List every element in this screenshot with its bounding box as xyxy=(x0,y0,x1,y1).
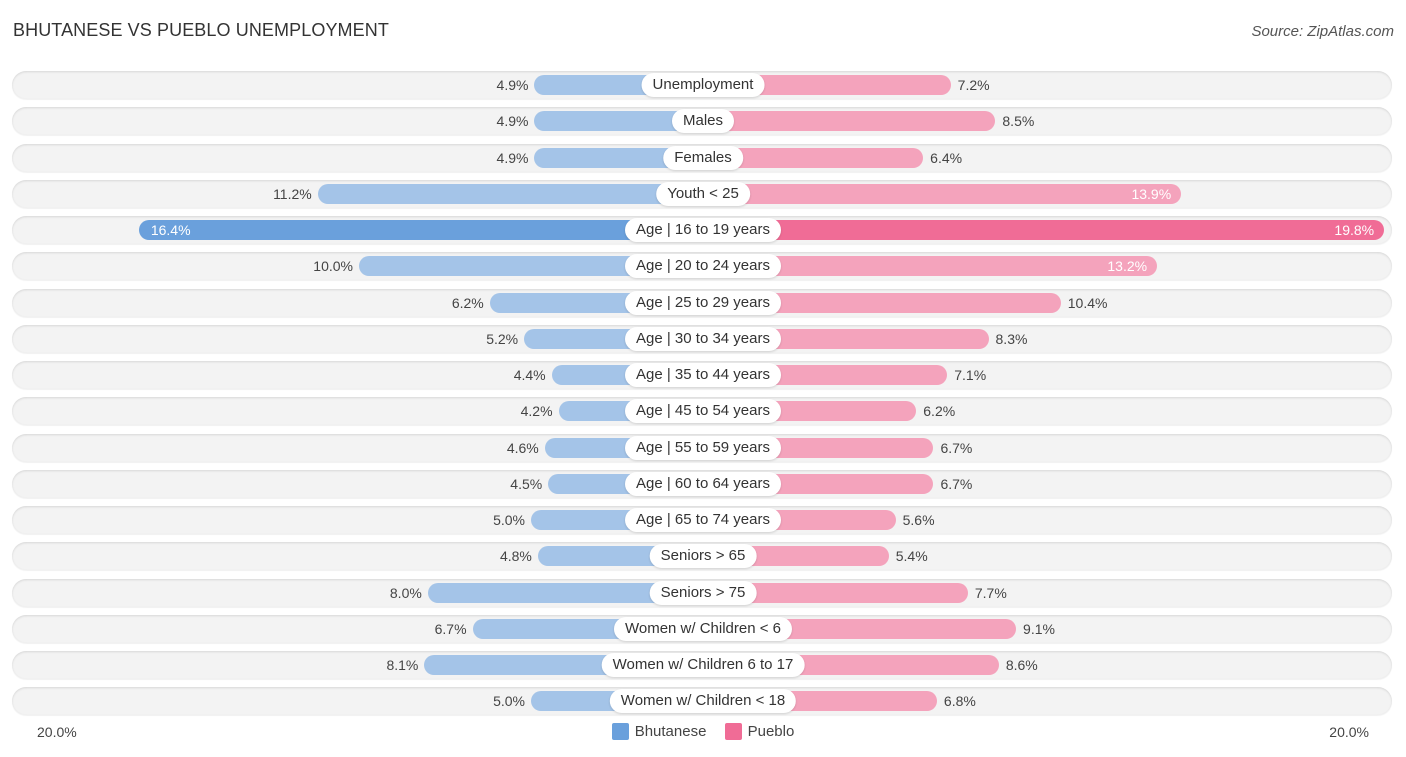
category-label: Age | 35 to 44 years xyxy=(625,363,781,387)
value-label-bhutanese: 4.6% xyxy=(506,440,539,456)
value-label-pueblo: 6.7% xyxy=(940,440,973,456)
value-label-bhutanese: 4.9% xyxy=(496,150,529,166)
category-label: Males xyxy=(671,109,735,133)
category-label: Age | 65 to 74 years xyxy=(625,508,781,532)
value-label-bhutanese: 4.2% xyxy=(520,403,553,419)
value-label-bhutanese: 6.2% xyxy=(451,295,484,311)
category-label: Youth < 25 xyxy=(656,182,750,206)
category-label: Unemployment xyxy=(641,73,765,97)
bar-pueblo[interactable] xyxy=(703,111,996,131)
value-label-pueblo: 7.1% xyxy=(954,367,987,383)
value-label-pueblo: 5.4% xyxy=(895,548,928,564)
value-label-pueblo: 6.4% xyxy=(930,150,963,166)
value-label-bhutanese: 5.0% xyxy=(493,512,525,528)
value-label-pueblo: 13.2% xyxy=(1107,258,1148,274)
legend-swatch-bhutanese xyxy=(611,723,629,740)
value-label-pueblo: 6.8% xyxy=(943,693,976,709)
value-label-bhutanese: 5.2% xyxy=(486,331,519,347)
value-label-pueblo: 6.7% xyxy=(940,476,973,492)
legend-item-pueblo[interactable]: Pueblo xyxy=(724,723,795,740)
value-label-bhutanese: 5.0% xyxy=(493,693,525,709)
value-label-bhutanese: 8.0% xyxy=(389,585,422,601)
category-label: Women w/ Children < 18 xyxy=(609,689,797,713)
value-label-pueblo: 10.4% xyxy=(1067,295,1108,311)
bar-pueblo[interactable] xyxy=(703,184,1182,204)
value-label-bhutanese: 6.7% xyxy=(434,621,467,637)
value-label-bhutanese: 4.4% xyxy=(513,367,546,383)
value-label-bhutanese: 4.9% xyxy=(496,113,529,129)
legend-item-bhutanese[interactable]: Bhutanese xyxy=(611,723,707,740)
chart-area: 4.9% 7.2% Unemployment 4.9% 8.5% Males 4.9% 6.4… xyxy=(0,0,1406,757)
value-label-pueblo: 13.9% xyxy=(1131,186,1172,202)
legend-swatch-pueblo xyxy=(724,723,742,740)
value-label-pueblo: 6.2% xyxy=(923,403,956,419)
value-label-pueblo: 8.3% xyxy=(995,331,1028,347)
legend: Bhutanese Pueblo xyxy=(0,723,1406,744)
bar-pueblo[interactable] xyxy=(703,220,1385,240)
category-label: Age | 45 to 54 years xyxy=(625,399,781,423)
category-label: Age | 16 to 19 years xyxy=(625,218,781,242)
value-label-pueblo: 7.7% xyxy=(974,585,1007,601)
value-label-bhutanese: 16.4% xyxy=(150,222,191,238)
category-label: Seniors > 75 xyxy=(649,581,757,605)
category-label: Age | 20 to 24 years xyxy=(625,254,781,278)
value-label-bhutanese: 4.9% xyxy=(496,77,529,93)
category-label: Females xyxy=(663,146,743,170)
bar-bhutanese[interactable] xyxy=(138,220,703,240)
category-label: Women w/ Children < 6 xyxy=(613,617,793,641)
value-label-bhutanese: 10.0% xyxy=(313,258,353,274)
category-label: Women w/ Children 6 to 17 xyxy=(601,653,805,677)
value-label-bhutanese: 11.2% xyxy=(273,186,312,202)
category-label: Seniors > 65 xyxy=(649,544,757,568)
value-label-bhutanese: 4.5% xyxy=(510,476,543,492)
legend-label-bhutanese: Bhutanese xyxy=(634,723,707,740)
category-label: Age | 30 to 34 years xyxy=(625,327,781,351)
legend-label-pueblo: Pueblo xyxy=(747,723,795,740)
value-label-pueblo: 7.2% xyxy=(957,77,990,93)
category-label: Age | 55 to 59 years xyxy=(625,436,781,460)
value-label-bhutanese: 8.1% xyxy=(386,657,419,673)
value-label-pueblo: 9.1% xyxy=(1023,621,1055,637)
category-label: Age | 60 to 64 years xyxy=(625,472,781,496)
value-label-pueblo: 8.5% xyxy=(1002,113,1035,129)
category-label: Age | 25 to 29 years xyxy=(625,291,781,315)
value-label-bhutanese: 4.8% xyxy=(499,548,532,564)
bar-bhutanese[interactable] xyxy=(317,184,703,204)
value-label-pueblo: 19.8% xyxy=(1334,222,1375,238)
value-label-pueblo: 8.6% xyxy=(1005,657,1038,673)
value-label-pueblo: 5.6% xyxy=(902,512,935,528)
